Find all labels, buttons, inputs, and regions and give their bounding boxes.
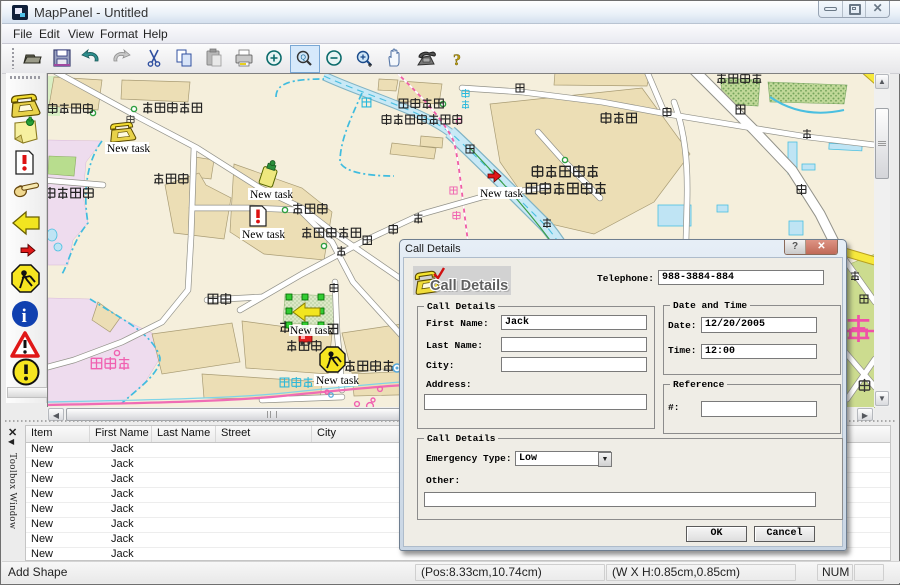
svg-text:New task: New task <box>242 229 285 241</box>
svg-text:i: i <box>22 306 27 327</box>
svg-text:New task: New task <box>250 189 293 201</box>
svg-text:New task: New task <box>316 375 359 387</box>
svg-text:New task: New task <box>107 143 150 155</box>
svg-text:Q: Q <box>301 55 307 62</box>
svg-text:?: ? <box>453 52 461 69</box>
svg-text:New task: New task <box>480 188 523 200</box>
svg-text:New task: New task <box>290 325 333 337</box>
